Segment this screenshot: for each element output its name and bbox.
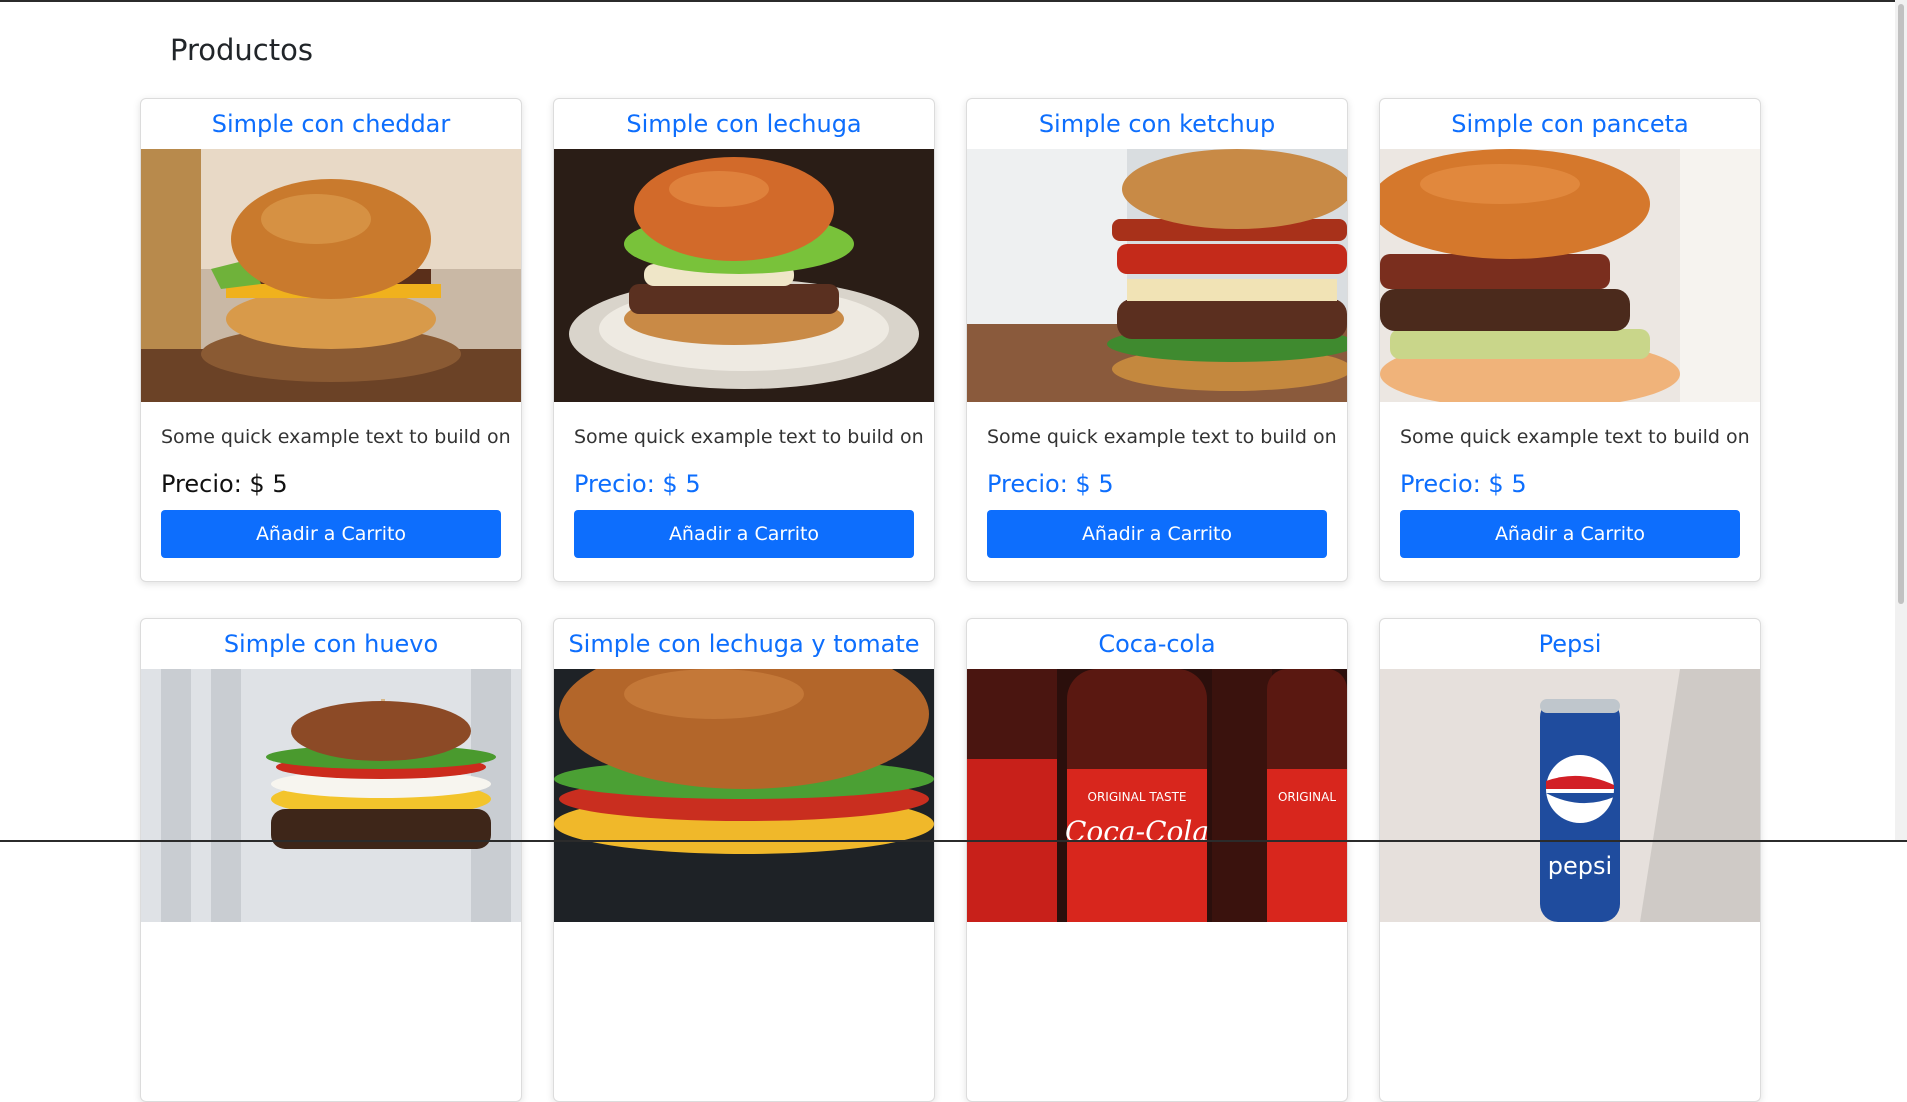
page-title: Productos <box>170 33 313 67</box>
burger-ketchup-photo <box>967 149 1347 402</box>
svg-text:ORIGINAL: ORIGINAL <box>1278 790 1336 804</box>
product-card: Simple con cheddar Some quick example te… <box>140 98 522 582</box>
product-description: Some quick example text to build on <box>161 426 511 448</box>
product-description: Some quick example text to build on <box>574 426 924 448</box>
product-price: Precio: $ 5 <box>161 470 288 498</box>
window-top-border <box>0 0 1907 2</box>
product-card: Simple con huevo <box>140 618 522 1102</box>
product-title[interactable]: Simple con lechuga <box>554 99 934 149</box>
product-title[interactable]: Simple con cheddar <box>141 99 521 149</box>
product-card: Simple con lechuga y tomate <box>553 618 935 1102</box>
svg-text:ORIGINAL TASTE: ORIGINAL TASTE <box>1088 790 1187 804</box>
svg-text:pepsi: pepsi <box>1548 852 1612 880</box>
product-card: Coca-cola ORIGINAL TASTE Coca-Cola ORIGI… <box>966 618 1348 1102</box>
product-price: Precio: $ 5 <box>574 470 701 498</box>
product-description: Some quick example text to build on <box>1400 426 1750 448</box>
burger-egg-photo <box>141 669 521 922</box>
product-card: Pepsi pepsi <box>1379 618 1761 1102</box>
scrollbar-thumb[interactable] <box>1898 4 1904 604</box>
product-title[interactable]: Coca-cola <box>967 619 1347 669</box>
product-card: Simple con panceta Some quick example te… <box>1379 98 1761 582</box>
add-to-cart-button[interactable]: Añadir a Carrito <box>1400 510 1740 558</box>
product-price: Precio: $ 5 <box>987 470 1114 498</box>
product-card: Simple con lechuga Some quick example te… <box>553 98 935 582</box>
svg-text:Coca-Cola: Coca-Cola <box>1065 815 1209 848</box>
add-to-cart-button[interactable]: Añadir a Carrito <box>574 510 914 558</box>
add-to-cart-button[interactable]: Añadir a Carrito <box>161 510 501 558</box>
product-title[interactable]: Simple con lechuga y tomate <box>554 619 934 669</box>
burger-lettuce-tomato-photo <box>554 669 934 922</box>
coca-cola-bottles-photo: ORIGINAL TASTE Coca-Cola ORIGINAL <box>967 669 1347 922</box>
product-title[interactable]: Simple con ketchup <box>967 99 1347 149</box>
burger-lettuce-photo <box>554 149 934 402</box>
product-title[interactable]: Simple con huevo <box>141 619 521 669</box>
add-to-cart-button[interactable]: Añadir a Carrito <box>987 510 1327 558</box>
product-description: Some quick example text to build on <box>987 426 1337 448</box>
burger-bacon-photo <box>1380 149 1760 402</box>
product-price: Precio: $ 5 <box>1400 470 1527 498</box>
burger-cheddar-photo <box>141 149 521 402</box>
pepsi-can-photo: pepsi <box>1380 669 1760 922</box>
product-title[interactable]: Simple con panceta <box>1380 99 1760 149</box>
product-title[interactable]: Pepsi <box>1380 619 1760 669</box>
products-grid: Simple con cheddar Some quick example te… <box>140 98 1761 1102</box>
page-scrollbar[interactable] <box>1895 0 1907 842</box>
product-card: Simple con ketchup Some quick example te… <box>966 98 1348 582</box>
